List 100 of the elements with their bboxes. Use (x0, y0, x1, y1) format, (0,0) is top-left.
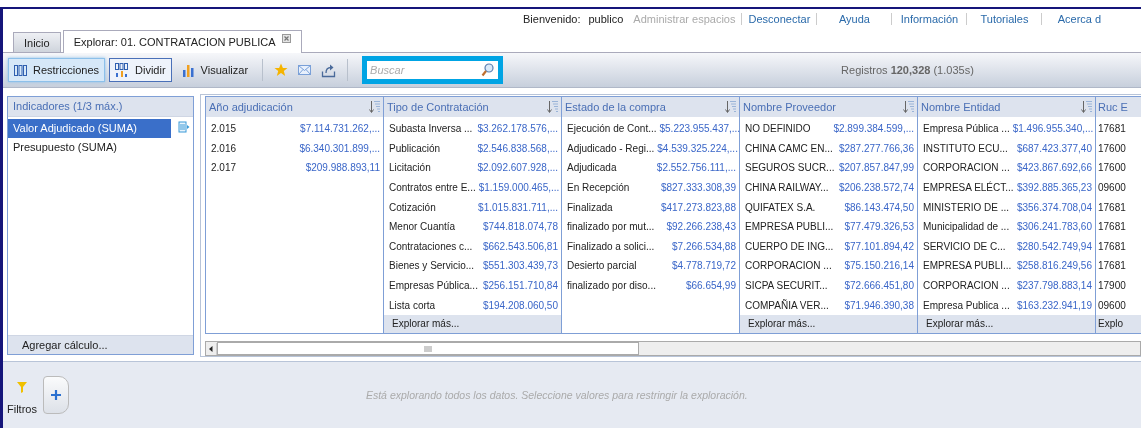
export-icon[interactable] (321, 62, 337, 78)
table-row[interactable]: Desierto parcial $4.778.719,72 (562, 256, 739, 276)
table-row[interactable]: Publicación $2.546.838.568,... (384, 138, 561, 159)
table-row[interactable]: 2.017 $209.988.893,11 (206, 158, 383, 178)
header-link[interactable]: Información (891, 12, 967, 25)
value-cell: $7.266.534,88 (672, 240, 736, 252)
table-row[interactable]: EMPRESA ELÉCT... $392.885.365,23 (918, 177, 1095, 198)
table-cell: QUIFATEX S.A. (745, 201, 816, 213)
table-row[interactable]: 17681 (1096, 216, 1141, 237)
table-row[interactable]: 17600 (1096, 158, 1141, 178)
column-header[interactable]: Nombre Entidad (918, 97, 1095, 117)
header-link[interactable]: Ayuda (816, 12, 892, 25)
table-row[interactable]: finalizado por diso... $66.654,99 (562, 275, 739, 296)
table-cell: 09600 (1098, 182, 1126, 194)
table-row[interactable]: 17681 (1096, 119, 1141, 139)
table-row[interactable]: CHINA RAILWAY... $206.238.572,74 (740, 177, 917, 198)
column-header[interactable]: Año adjudicación (206, 97, 383, 117)
toolbar-button[interactable]: Restricciones (8, 58, 106, 82)
sort-icon[interactable] (903, 100, 914, 114)
table-cell: Adjudicado - Regi... (567, 142, 655, 154)
sort-icon[interactable] (547, 100, 558, 114)
value-cell: $163.232.941,19 (1016, 299, 1092, 311)
table-row[interactable]: Adjudicada $2.552.756.111,... (562, 158, 739, 178)
table-row[interactable]: Empresa Pública ... $1.496.955.340,... (918, 119, 1095, 139)
table-row[interactable]: 17600 (1096, 138, 1141, 159)
header-link[interactable]: Desconectar (741, 12, 817, 25)
sort-icon[interactable] (369, 100, 380, 114)
table-row[interactable]: Bienes y Servicio... $551.303.439,73 (384, 256, 561, 276)
table-row[interactable]: EMPRESA PUBLI... $258.816.249,56 (918, 256, 1095, 276)
table-row[interactable]: Finalizado a solici... $7.266.534,88 (562, 236, 739, 257)
table-row[interactable]: INSTITUTO ECU... $687.423.377,40 (918, 138, 1095, 159)
explore-more-link[interactable]: Explorar más... (918, 315, 1095, 333)
explore-more-link[interactable]: Explo (1096, 315, 1141, 333)
table-row[interactable]: 09600 (1096, 295, 1141, 315)
table-row[interactable]: Menor Cuantía $744.818.074,78 (384, 216, 561, 237)
value-cell: $237.798.883,14 (1016, 280, 1092, 292)
star-icon[interactable] (274, 63, 289, 77)
table-row[interactable]: Licitación $2.092.607.928,... (384, 158, 561, 178)
table-cell: Finalizado a solici... (567, 240, 655, 252)
column-header[interactable]: Estado de la compra (562, 97, 739, 117)
indicator-item[interactable]: Valor Adjudicado (SUMA) (8, 119, 171, 138)
table-row[interactable]: COMPAÑIA VER... $71.946.390,38 (740, 295, 917, 315)
table-row[interactable]: Cotización $1.015.831.711,... (384, 197, 561, 217)
table-row[interactable]: Contratos entre E... $1.159.000.465,... (384, 177, 561, 198)
table-row[interactable]: Subasta Inversa ... $3.262.178.576,... (384, 119, 561, 139)
toolbar-button[interactable]: Dividir (109, 58, 172, 82)
table-row[interactable]: SEGUROS SUCR... $207.857.847,99 (740, 158, 917, 178)
table-row[interactable]: Empresas Pública... $256.151.710,84 (384, 275, 561, 296)
column-header[interactable]: Ruc E (1096, 97, 1141, 117)
table-row[interactable]: Lista corta $194.208.060,50 (384, 295, 561, 315)
table-row[interactable]: CORPORACION ... $237.798.883,14 (918, 275, 1095, 296)
column-header[interactable]: Nombre Proveedor (740, 97, 917, 117)
table-row[interactable]: MINISTERIO DE ... $356.374.708,04 (918, 197, 1095, 217)
table-row[interactable]: En Recepción $827.333.308,39 (562, 177, 739, 198)
table-row[interactable]: Ejecución de Cont... $5.223.955.437,... (562, 119, 739, 139)
table-row[interactable]: 2.015 $7.114.731.262,... (206, 119, 383, 139)
close-icon[interactable] (281, 33, 291, 43)
explore-more-link[interactable]: Explorar más... (384, 315, 561, 333)
header-link[interactable]: Tutoriales (966, 12, 1042, 25)
add-filter-button[interactable] (42, 376, 69, 414)
table-row[interactable]: Contrataciones c... $662.543.506,81 (384, 236, 561, 257)
add-calculation-button[interactable]: Agregar cálculo... (8, 335, 193, 354)
table-row[interactable]: CHINA CAMC EN... $287.277.766,36 (740, 138, 917, 159)
sort-icon[interactable] (725, 100, 736, 114)
table-row[interactable]: Adjudicado - Regi... $4.539.325.224,... (562, 138, 739, 159)
table-row[interactable]: 17681 (1096, 236, 1141, 257)
toolbar-button[interactable]: Visualizar (175, 58, 255, 82)
explore-more-link[interactable]: Explorar más... (740, 315, 917, 333)
table-row[interactable]: CUERPO DE ING... $77.101.894,42 (740, 236, 917, 257)
column-header[interactable]: Tipo de Contratación (384, 97, 561, 117)
value-cell: $3.262.178.576,... (477, 123, 558, 135)
header-link[interactable]: Acerca d (1041, 12, 1117, 25)
table-row[interactable]: SERVICIO DE C... $280.542.749,94 (918, 236, 1095, 257)
horizontal-scrollbar[interactable] (205, 341, 1141, 356)
scroll-thumb[interactable] (217, 342, 639, 355)
table-row[interactable]: CORPORACION ... $423.867.692,66 (918, 158, 1095, 178)
tab[interactable]: Inicio (13, 32, 61, 52)
value-cell: $86.143.474,50 (844, 201, 914, 213)
table-row[interactable]: 17681 (1096, 256, 1141, 276)
table-row[interactable]: EMPRESA PUBLI... $77.479.326,53 (740, 216, 917, 237)
table-row[interactable]: Finalizada $417.273.823,88 (562, 197, 739, 217)
mail-icon[interactable] (298, 65, 312, 75)
drag-handle-icon[interactable] (178, 120, 190, 134)
table-row[interactable]: Empresa Publica ... $163.232.941,19 (918, 295, 1095, 315)
value-cell: $6.340.301.899,... (299, 142, 380, 154)
sort-icon[interactable] (1081, 100, 1092, 114)
indicator-item[interactable]: Presupuesto (SUMA) (8, 138, 171, 157)
table-row[interactable]: finalizado por mut... $92.266.238,43 (562, 216, 739, 237)
value-cell: $2.552.756.111,... (656, 162, 736, 174)
table-row[interactable]: 17900 (1096, 275, 1141, 296)
table-row[interactable]: 17681 (1096, 197, 1141, 217)
table-row[interactable]: CORPORACION ... $75.150.216,14 (740, 256, 917, 276)
table-row[interactable]: SICPA SECURIT... $72.666.451,80 (740, 275, 917, 296)
table-row[interactable]: QUIFATEX S.A. $86.143.474,50 (740, 197, 917, 217)
search-field[interactable]: Buscar (367, 61, 499, 79)
table-row[interactable]: NO DEFINIDO $2.899.384.599,... (740, 119, 917, 139)
table-row[interactable]: 09600 (1096, 177, 1141, 198)
table-row[interactable]: Municipalidad de ... $306.241.783,60 (918, 216, 1095, 237)
table-row[interactable]: 2.016 $6.340.301.899,... (206, 138, 383, 159)
tab[interactable]: Explorar: 01. CONTRATACION PUBLICA (62, 30, 302, 53)
